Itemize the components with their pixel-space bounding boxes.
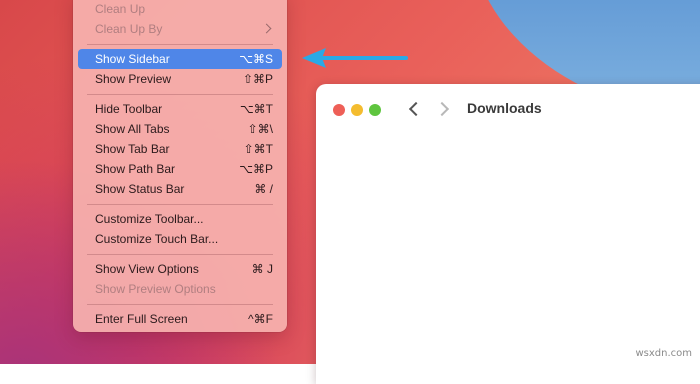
menu-item-show-view-options[interactable]: Show View Options ⌘ J <box>78 259 282 279</box>
menu-item-label: Customize Touch Bar... <box>95 232 219 246</box>
watermark: wsxdn.com <box>635 348 692 359</box>
pointer-arrow-icon <box>302 48 408 68</box>
menu-item-label: Customize Toolbar... <box>95 212 204 226</box>
menu-item-shortcut: ⌘ / <box>254 182 273 196</box>
menu-item-label: Clean Up <box>95 2 146 16</box>
back-icon[interactable] <box>408 102 418 112</box>
menu-item-show-all-tabs[interactable]: Show All Tabs ⇧⌘\ <box>78 119 282 139</box>
menu-item-shortcut: ⌥⌘S <box>239 52 273 66</box>
menu-item-customize-toolbar[interactable]: Customize Toolbar... <box>78 209 282 229</box>
menu-item-shortcut: ⌥⌘P <box>239 162 273 176</box>
menu-item-show-preview-options[interactable]: Show Preview Options <box>78 279 282 299</box>
menu-separator <box>87 94 273 95</box>
menu-item-label: Show Preview <box>95 72 172 86</box>
chevron-right-icon <box>261 23 272 34</box>
menu-item-show-tab-bar[interactable]: Show Tab Bar ⇧⌘T <box>78 139 282 159</box>
menu-separator <box>87 204 273 205</box>
menu-item-label: Show All Tabs <box>95 122 170 136</box>
view-menu: Clean Up Clean Up By Show Sidebar ⌥⌘S Sh… <box>73 0 287 332</box>
menu-item-show-preview[interactable]: Show Preview ⇧⌘P <box>78 69 282 89</box>
menu-item-clean-up[interactable]: Clean Up <box>78 0 282 19</box>
menu-item-label: Clean Up By <box>95 22 163 36</box>
menu-item-shortcut: ⇧⌘T <box>243 142 273 156</box>
menu-item-label: Hide Toolbar <box>95 102 163 116</box>
menu-item-clean-up-by[interactable]: Clean Up By <box>78 19 282 39</box>
menu-item-show-status-bar[interactable]: Show Status Bar ⌘ / <box>78 179 282 199</box>
menu-item-label: Show View Options <box>95 262 199 276</box>
menu-separator <box>87 254 273 255</box>
menu-item-label: Show Preview Options <box>95 282 216 296</box>
minimize-button[interactable] <box>351 104 363 116</box>
menu-separator <box>87 44 273 45</box>
menu-item-label: Show Path Bar <box>95 162 176 176</box>
menu-item-shortcut: ⌘ J <box>251 262 273 276</box>
menu-item-label: Show Sidebar <box>95 52 170 66</box>
menu-item-shortcut: ⇧⌘P <box>242 72 273 86</box>
menu-item-shortcut: ^⌘F <box>248 312 273 326</box>
menu-item-hide-toolbar[interactable]: Hide Toolbar ⌥⌘T <box>78 99 282 119</box>
forward-icon[interactable] <box>438 102 448 112</box>
zoom-button[interactable] <box>369 104 381 116</box>
menu-item-label: Show Status Bar <box>95 182 185 196</box>
menu-item-label: Show Tab Bar <box>95 142 170 156</box>
window-title: Downloads <box>467 100 542 116</box>
menu-item-show-path-bar[interactable]: Show Path Bar ⌥⌘P <box>78 159 282 179</box>
menu-item-customize-touch-bar[interactable]: Customize Touch Bar... <box>78 229 282 249</box>
menu-item-shortcut: ⌥⌘T <box>239 102 273 116</box>
menu-item-label: Enter Full Screen <box>95 312 188 326</box>
menu-item-enter-full-screen[interactable]: Enter Full Screen ^⌘F <box>78 309 282 329</box>
menu-separator <box>87 304 273 305</box>
close-button[interactable] <box>333 104 345 116</box>
menu-item-show-sidebar[interactable]: Show Sidebar ⌥⌘S <box>78 49 282 69</box>
menu-item-shortcut: ⇧⌘\ <box>247 122 273 136</box>
finder-window: Downloads <box>316 84 700 384</box>
